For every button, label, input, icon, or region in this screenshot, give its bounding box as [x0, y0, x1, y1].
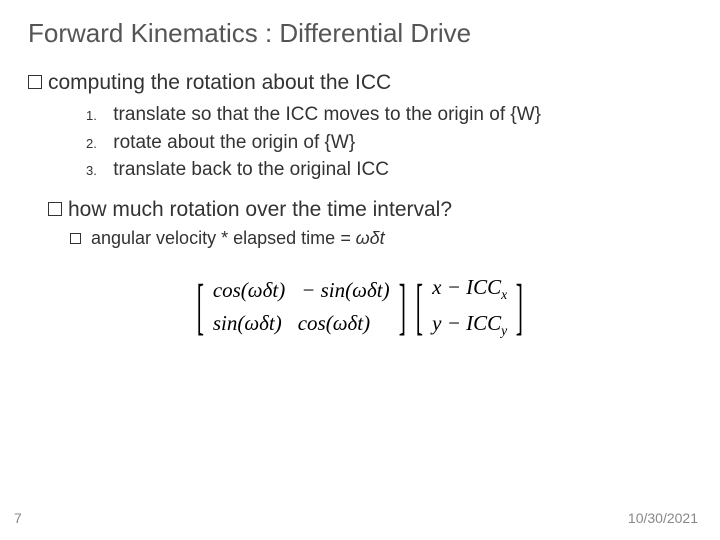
cell-subscript: x	[501, 287, 507, 302]
matrix-cell: − sin(ωδt)	[293, 274, 397, 307]
rotation-matrix: [ cos(ωδt) − sin(ωδt) sin(ωδt) cos(ωδt) …	[196, 274, 406, 340]
matrix-equation: [ cos(ωδt) − sin(ωδt) sin(ωδt) cos(ωδt) …	[28, 271, 692, 343]
right-bracket-icon: ]	[516, 276, 523, 338]
step-text: rotate about the origin of {W}	[113, 132, 355, 153]
right-bracket-icon: ]	[398, 276, 405, 338]
matrix-cell: sin(ωδt)	[205, 307, 290, 340]
sub-bullet-text: angular velocity * elapsed time = ωδt	[91, 228, 385, 249]
step-text: translate so that the ICC moves to the o…	[113, 104, 541, 125]
slide-title: Forward Kinematics : Differential Drive	[28, 18, 692, 49]
equation-tail: = ωδt	[335, 228, 385, 248]
bullet-text: computing the rotation about the ICC	[48, 71, 391, 95]
sub-bullet-angular-velocity: angular velocity * elapsed time = ωδt	[70, 228, 692, 249]
left-bracket-icon: [	[416, 276, 423, 338]
list-item: 3. translate back to the original ICC	[86, 156, 692, 184]
matrix-cell: cos(ωδt)	[290, 307, 378, 340]
footer-date: 10/30/2021	[628, 510, 698, 526]
square-bullet-icon	[70, 233, 81, 244]
bullet-computing: computing the rotation about the ICC	[28, 71, 692, 95]
square-bullet-icon	[28, 75, 42, 89]
matrix-cell: cos(ωδt)	[205, 274, 293, 307]
cell-pre: y − ICC	[432, 311, 501, 335]
bullet-text: how much rotation over the time interval…	[68, 198, 452, 222]
matrix-cells: x − ICCx y − ICCy	[424, 271, 515, 343]
matrix-cell: y − ICCy	[424, 307, 515, 343]
cell-subscript: y	[501, 323, 507, 338]
matrix-cell: x − ICCx	[424, 271, 515, 307]
slide: Forward Kinematics : Differential Drive …	[0, 0, 720, 540]
step-text: translate back to the original ICC	[113, 159, 389, 180]
list-item: 1. translate so that the ICC moves to th…	[86, 101, 692, 129]
cell-pre: x − ICC	[432, 275, 501, 299]
steps-list: 1. translate so that the ICC moves to th…	[86, 101, 692, 184]
step-number: 3.	[86, 162, 108, 181]
square-bullet-icon	[48, 202, 62, 216]
step-number: 2.	[86, 135, 108, 154]
page-number: 7	[14, 510, 22, 526]
step-number: 1.	[86, 107, 108, 126]
bullet-rotation-question: how much rotation over the time interval…	[48, 198, 692, 222]
left-bracket-icon: [	[197, 276, 204, 338]
list-item: 2. rotate about the origin of {W}	[86, 129, 692, 157]
matrix-cells: cos(ωδt) − sin(ωδt) sin(ωδt) cos(ωδt)	[205, 274, 398, 340]
sub-text-literal: angular velocity * elapsed time	[91, 228, 335, 248]
position-vector: [ x − ICCx y − ICCy ]	[415, 271, 523, 343]
